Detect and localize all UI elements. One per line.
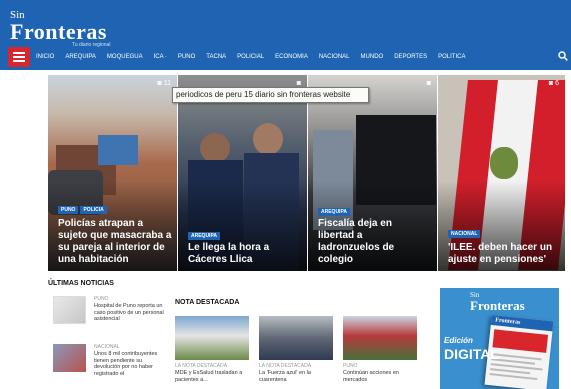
nav-item-politica[interactable]: POLITICA (438, 54, 465, 60)
nav-item-moquegua[interactable]: MOQUEGUA (107, 54, 143, 60)
camera-icon: ◙ 11 (157, 80, 171, 87)
main-nav: INICIO AREQUIPA MOQUEGUA ICA · PUNO TACN… (36, 49, 476, 65)
nav-item-policial[interactable]: POLICIAL (237, 54, 264, 60)
ad-logo-main: Fronteras (470, 298, 525, 313)
featured-image (259, 316, 333, 360)
nav-item-arequipa[interactable]: AREQUIPA (65, 54, 96, 60)
camera-icon: ◙ (296, 80, 301, 87)
featured-category: LA NOTA DESTACADA (259, 363, 312, 369)
hero-card-3[interactable]: ◙ AREQUIPA Fiscalía deja en libertad a l… (308, 75, 437, 271)
latest-news: ÚLTIMAS NOTICIAS PUNO Hospital de Puno r… (48, 280, 168, 377)
nav-item-deportes[interactable]: DEPORTES (394, 54, 427, 60)
hamburger-icon (13, 56, 25, 58)
site-header: Sin Fronteras Tu diario regional INICIO … (0, 0, 571, 70)
logo-main: Fronteras (10, 19, 107, 44)
hero-card-2[interactable]: ◙ AREQUIPA Le llega la hora a Cáceres Ll… (178, 75, 307, 271)
nav-item-tacna[interactable]: TACNA (206, 54, 226, 60)
hero-headline-2[interactable]: Le llega la hora a Cáceres Llica (188, 242, 304, 266)
latest-thumbnail (53, 296, 86, 324)
nav-item-inicio[interactable]: INICIO (36, 54, 54, 60)
latest-news-title: ÚLTIMAS NOTICIAS (48, 280, 114, 287)
nav-item-puno[interactable]: PUNO (178, 54, 195, 60)
hero-card-1[interactable]: ◙ 11 PUNO POLICIA Policías atrapan a suj… (48, 75, 177, 271)
category-badge[interactable]: AREQUIPA (188, 232, 221, 240)
featured-headline[interactable]: MDE y EsSalud trasladan a pacientes a... (175, 370, 251, 383)
featured-card[interactable]: PUNO Continúan acciones en mercados (343, 316, 419, 383)
latest-thumbnail (53, 344, 86, 372)
hero-grid: ◙ 11 PUNO POLICIA Policías atrapan a suj… (48, 75, 565, 271)
search-icon[interactable] (558, 51, 568, 61)
hero-badges: NACIONAL (448, 230, 481, 238)
featured-category: PUNO (343, 363, 358, 369)
hero-card-4[interactable]: ◙ 6 NACIONAL 'ILEE. deben hacer un ajust… (438, 75, 565, 271)
category-badge[interactable]: POLICIA (80, 206, 107, 214)
hero-headline-1[interactable]: Policías atrapan a sujeto que masacraba … (58, 218, 174, 266)
category-badge[interactable]: NACIONAL (448, 230, 481, 238)
list-item[interactable]: PUNO Hospital de Puno reporta un caso po… (48, 296, 168, 336)
category-badge[interactable]: AREQUIPA (318, 208, 351, 216)
featured-image (175, 316, 249, 360)
digital-edition-ad[interactable]: Sin Fronteras Fronteras Edición DIGITAL (440, 288, 559, 389)
hero-badges: PUNO POLICIA (58, 206, 107, 214)
latest-headline[interactable]: Unos 8 mil contribuyentes tienen pendien… (94, 351, 164, 377)
camera-icon: ◙ 6 (548, 80, 559, 87)
camera-icon: ◙ (426, 80, 431, 87)
category-badge[interactable]: PUNO (58, 206, 79, 214)
hero-badges: AREQUIPA (188, 232, 221, 240)
featured-image (343, 316, 417, 360)
nav-item-ica[interactable]: ICA · (154, 54, 167, 60)
latest-headline[interactable]: Hospital de Puno reporta un caso positiv… (94, 303, 164, 323)
newspaper-headline-block (492, 329, 549, 353)
latest-category: PUNO (94, 296, 109, 302)
hero-badges: AREQUIPA (318, 208, 351, 216)
menu-button[interactable] (8, 47, 30, 67)
featured-category: LA NOTA DESTACADA (175, 363, 228, 369)
ad-edicion-label: Edición (444, 336, 473, 345)
hero-headline-3[interactable]: Fiscalía deja en libertad a ladronzuelos… (318, 218, 418, 266)
site-logo[interactable]: Sin Fronteras Tu diario regional (10, 10, 110, 49)
featured-title: NOTA DESTACADA (175, 299, 240, 306)
hamburger-icon (13, 60, 25, 62)
nav-item-nacional[interactable]: NACIONAL (319, 54, 350, 60)
newspaper-masthead: Fronteras (490, 314, 554, 332)
browser-tooltip: periodicos de peru 15 diario sin fronter… (172, 87, 369, 103)
featured-headline[interactable]: Continúan acciones en mercados (343, 370, 419, 383)
featured-headline[interactable]: La 'Fuerza azul' en la cuarentena (259, 370, 335, 383)
nav-item-mundo[interactable]: MUNDO (361, 54, 384, 60)
latest-category: NACIONAL (94, 344, 120, 350)
hamburger-icon (13, 52, 25, 54)
featured-card[interactable]: LA NOTA DESTACADA La 'Fuerza azul' en la… (259, 316, 335, 383)
nav-item-economia[interactable]: ECONOMIA (275, 54, 308, 60)
ad-logo: Sin Fronteras (470, 292, 525, 313)
ad-digital-label: DIGITAL (444, 346, 499, 362)
list-item[interactable]: NACIONAL Unos 8 mil contribuyentes tiene… (48, 344, 168, 384)
featured-card[interactable]: LA NOTA DESTACADA MDE y EsSalud traslada… (175, 316, 251, 383)
featured-section: NOTA DESTACADA LA NOTA DESTACADA MDE y E… (175, 299, 425, 383)
logo-tagline: Tu diario regional (72, 42, 111, 48)
hero-headline-4[interactable]: 'ILEE. deben hacer un ajuste en pensione… (448, 242, 565, 266)
